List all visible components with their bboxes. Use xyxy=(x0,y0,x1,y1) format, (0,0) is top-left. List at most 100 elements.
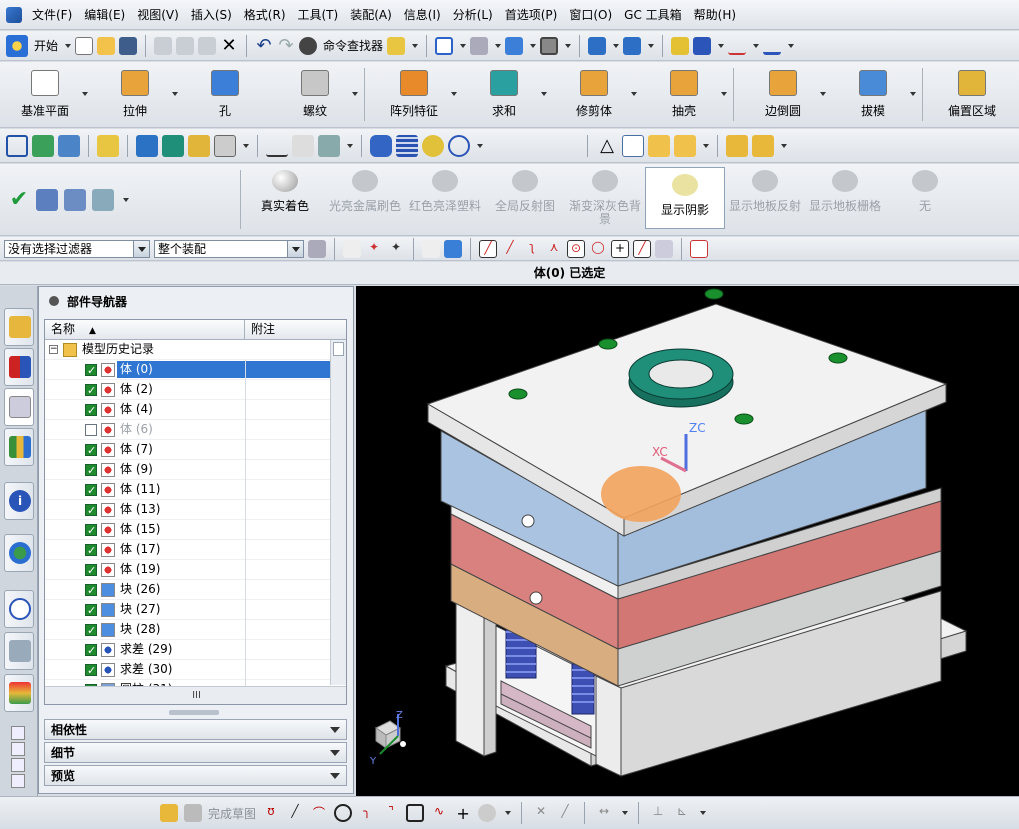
render-button[interactable]: 显示地板栅格 xyxy=(805,164,885,235)
visibility-checkbox[interactable] xyxy=(85,541,97,560)
menu-item[interactable]: 分析(L) xyxy=(447,6,499,23)
boxes-icon[interactable] xyxy=(726,134,748,157)
tree-root-node[interactable]: − 模型历史记录 xyxy=(45,340,331,360)
selection-scope-select[interactable]: 整个装配 xyxy=(154,239,304,258)
profile-icon[interactable]: ʊ xyxy=(262,804,280,822)
ruler-icon[interactable] xyxy=(763,37,782,55)
visibility-checkbox[interactable] xyxy=(85,521,97,540)
visibility-checkbox[interactable] xyxy=(85,661,97,680)
analysis-icon[interactable] xyxy=(693,36,712,55)
render-button[interactable]: 显示阴影 xyxy=(645,167,725,229)
constraint-icon[interactable]: ⊥ xyxy=(649,804,667,822)
scroll-up-button[interactable] xyxy=(11,726,25,740)
feature-button[interactable]: 基准平面 xyxy=(0,62,90,127)
move-component-icon[interactable] xyxy=(588,36,607,55)
filter-icon[interactable] xyxy=(308,239,326,258)
pane-details[interactable]: 细节 xyxy=(44,742,347,763)
spring-icon[interactable] xyxy=(396,134,418,157)
graphics-window[interactable]: ZC XC Z Y xyxy=(356,286,1019,796)
history-tab[interactable] xyxy=(4,590,34,628)
sketch-icon[interactable] xyxy=(160,804,178,822)
selection-highlight[interactable] xyxy=(601,466,681,522)
snap-dark-icon[interactable]: ✦ xyxy=(387,240,405,258)
menu-item[interactable]: GC 工具箱 xyxy=(618,6,688,23)
chevron-down-icon[interactable] xyxy=(631,92,637,96)
feature-button[interactable]: 修剪体 xyxy=(549,62,639,127)
tree-row[interactable]: 体 (17) xyxy=(45,540,331,560)
grid-icon[interactable] xyxy=(64,188,86,211)
tree-row[interactable]: 体 (15) xyxy=(45,520,331,540)
dropdown-icon[interactable] xyxy=(243,143,249,148)
visibility-checkbox[interactable] xyxy=(85,501,97,520)
snap-icon[interactable] xyxy=(343,239,361,258)
chevron-down-icon[interactable] xyxy=(287,240,303,257)
dropdown-icon[interactable] xyxy=(648,43,655,48)
chevron-down-icon[interactable] xyxy=(910,92,916,96)
visibility-checkbox[interactable] xyxy=(85,621,97,640)
start-dropdown-icon[interactable] xyxy=(65,43,72,48)
roles-tab[interactable] xyxy=(4,674,34,712)
render-button[interactable]: 渐变深灰色背景 xyxy=(565,164,645,235)
column-name-header[interactable]: 名称 ▲ xyxy=(45,320,245,339)
visibility-checkbox[interactable] xyxy=(85,561,97,580)
tree-row[interactable]: 块 (28) xyxy=(45,620,331,640)
snap-red-icon[interactable]: ✦ xyxy=(365,240,383,258)
scrollbar-grip[interactable]: III xyxy=(192,690,201,701)
dropdown-icon[interactable] xyxy=(781,143,787,148)
render-button[interactable]: 显示地板反射 xyxy=(725,164,805,235)
extend-icon[interactable]: ╱ xyxy=(556,804,574,822)
pane-dependencies[interactable]: 相依性 xyxy=(44,719,347,740)
transform-icon[interactable] xyxy=(92,188,114,211)
copy-icon[interactable] xyxy=(176,36,195,55)
feature-button[interactable]: 拔模 xyxy=(828,62,918,127)
redo-icon[interactable]: ↷ xyxy=(277,36,295,55)
render-button[interactable]: 全局反射图 xyxy=(485,164,565,235)
dropdown-icon[interactable] xyxy=(788,43,795,48)
midpoint-icon[interactable]: ╱ xyxy=(501,240,519,258)
abc-icon[interactable] xyxy=(214,134,236,157)
tree-row[interactable]: 块 (26) xyxy=(45,580,331,600)
background-icon[interactable] xyxy=(540,36,559,55)
open-folder-icon[interactable] xyxy=(97,36,116,55)
vertical-scrollbar[interactable] xyxy=(330,340,346,685)
new-file-icon[interactable] xyxy=(75,36,94,55)
visibility-checkbox[interactable] xyxy=(85,441,97,460)
save-icon[interactable] xyxy=(119,36,138,55)
feature-button[interactable]: 螺纹 xyxy=(270,62,360,127)
command-finder-button[interactable]: 命令查找器 xyxy=(323,37,383,54)
endpoint-icon[interactable]: ╱ xyxy=(479,239,497,258)
chevron-down-icon[interactable] xyxy=(541,92,547,96)
chevron-down-icon[interactable] xyxy=(451,92,457,96)
menu-item[interactable]: 首选项(P) xyxy=(499,6,564,23)
tree-row[interactable]: 体 (2) xyxy=(45,380,331,400)
mold-model[interactable]: ZC XC Z Y xyxy=(356,286,1019,796)
column-note-header[interactable]: 附注 xyxy=(245,320,346,339)
washer-icon[interactable] xyxy=(422,134,444,157)
arc-icon[interactable]: ⌒ xyxy=(310,804,328,822)
finish-sketch-icon[interactable] xyxy=(184,804,202,822)
cut-icon[interactable] xyxy=(154,36,173,55)
tree-row[interactable]: 块 (27) xyxy=(45,600,331,620)
circle-icon[interactable] xyxy=(334,804,353,822)
dropdown-icon[interactable] xyxy=(495,43,502,48)
dropdown-icon[interactable] xyxy=(622,811,629,815)
web-browser-tab[interactable] xyxy=(4,534,34,572)
intersection-icon[interactable]: ⋏ xyxy=(545,240,563,258)
feature-button[interactable]: 偏置区域 xyxy=(927,62,1017,127)
visibility-checkbox[interactable] xyxy=(85,381,97,400)
wcs-icon[interactable] xyxy=(136,134,158,157)
menu-item[interactable]: 插入(S) xyxy=(185,6,238,23)
shaded-cube-icon[interactable] xyxy=(505,36,524,55)
check-icon[interactable]: ✔ xyxy=(8,188,30,211)
visibility-checkbox[interactable] xyxy=(85,461,97,480)
dropdown-icon[interactable] xyxy=(347,143,353,148)
point-on-curve-icon[interactable]: ╱ xyxy=(633,239,651,258)
binoculars-icon[interactable] xyxy=(299,36,318,55)
fillet-icon[interactable]: ╮ xyxy=(358,804,376,822)
visibility-checkbox[interactable] xyxy=(85,601,97,620)
control-point-icon[interactable]: ʅ xyxy=(523,240,541,258)
start-icon[interactable] xyxy=(6,34,28,57)
menu-item[interactable]: 工具(T) xyxy=(292,6,345,23)
existing-point-icon[interactable]: + xyxy=(611,239,629,258)
start-button[interactable]: 开始 xyxy=(34,37,58,54)
